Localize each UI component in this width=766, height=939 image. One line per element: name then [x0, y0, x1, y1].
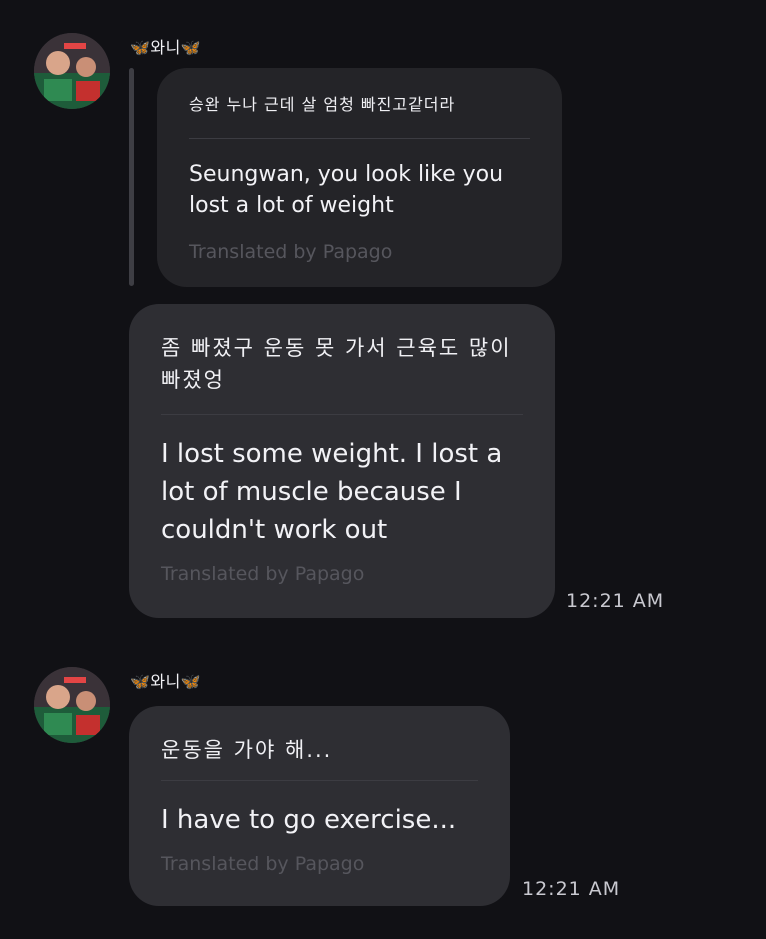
- divider: [189, 138, 530, 139]
- quoted-translation-text: Seungwan, you look like you lost a lot o…: [189, 162, 504, 218]
- translation-text: I have to go exercise...: [161, 805, 457, 835]
- timestamp: 12:21 AM: [522, 878, 621, 900]
- sender-name: 🦋와니🦋: [130, 668, 201, 692]
- translation-text: I lost some weight. I lost a lot of musc…: [161, 439, 503, 545]
- message-bubble[interactable]: 운동을 가야 해... I have to go exercise... Tra…: [129, 706, 510, 906]
- sender-name: 🦋와니🦋: [130, 34, 201, 58]
- divider: [161, 414, 523, 415]
- quoted-message[interactable]: 승완 누나 근데 살 엄청 빠진고같더라 Seungwan, you look …: [157, 68, 562, 287]
- avatar[interactable]: [34, 33, 110, 109]
- reply-indicator: [129, 68, 134, 286]
- translation-credit: Translated by Papago: [161, 853, 365, 875]
- translation-credit: Translated by Papago: [161, 563, 365, 585]
- original-text: 좀 빠졌구 운동 못 가서 근육도 많이 빠졌엉: [161, 336, 512, 392]
- sender-label: 🦋와니🦋: [130, 38, 202, 57]
- timestamp: 12:21 AM: [566, 590, 665, 612]
- sender-label: 🦋와니🦋: [130, 672, 202, 691]
- translation-credit: Translated by Papago: [189, 241, 393, 263]
- message-bubble[interactable]: 좀 빠졌구 운동 못 가서 근육도 많이 빠졌엉 I lost some wei…: [129, 304, 555, 618]
- divider: [161, 780, 478, 781]
- avatar[interactable]: [34, 667, 110, 743]
- original-text: 운동을 가야 해...: [161, 738, 333, 762]
- quoted-original-text: 승완 누나 근데 살 엄청 빠진고같더라: [189, 95, 456, 114]
